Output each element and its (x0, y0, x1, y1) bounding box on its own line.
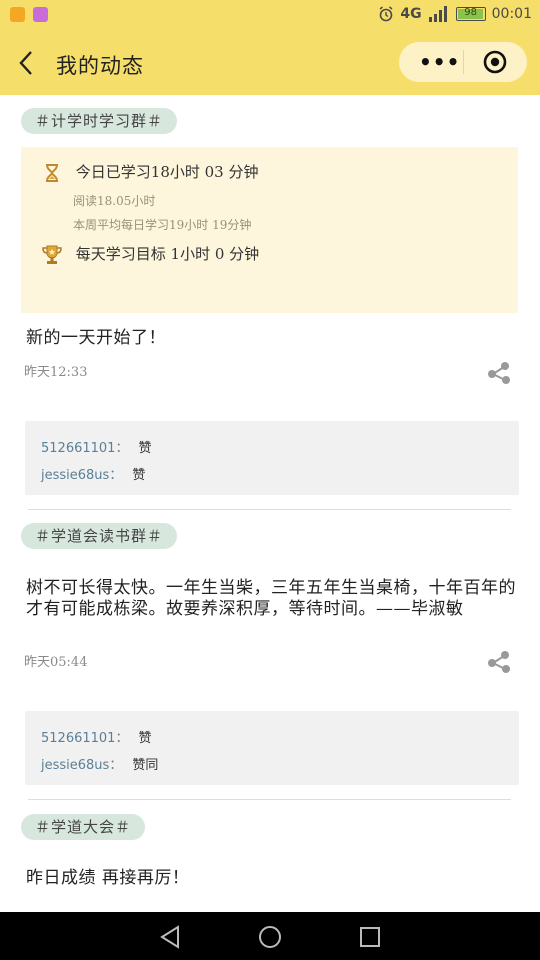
share-icon[interactable] (487, 650, 511, 674)
comment-row: 512661101： 赞 (41, 437, 151, 456)
back-triangle-icon[interactable] (158, 925, 182, 949)
comment-text: 赞 (138, 731, 152, 746)
comment-text: 赞 (132, 468, 146, 483)
comment-row: jessie68us： 赞 (41, 464, 145, 483)
group-tag[interactable]: ＃学道会读书群＃ (21, 523, 178, 549)
comment-text: 赞 (138, 441, 152, 456)
system-nav-bar (0, 912, 540, 960)
daily-goal-text: 每天学习目标 1小时 0 分钟 (75, 245, 260, 263)
alarm-icon (379, 6, 393, 22)
today-study-row: 今日已学习18小时 03 分钟 (41, 161, 259, 184)
battery-level: 98 (464, 7, 477, 18)
status-bar: 4G 98 00:01 (0, 0, 540, 30)
share-icon[interactable] (487, 361, 511, 385)
comment-box: 512661101： 赞 jessie68us： 赞同 (25, 711, 519, 785)
hourglass-icon (46, 164, 58, 182)
page-title: 我的动态 (56, 54, 144, 78)
mini-program-capsule: ••• (399, 42, 527, 82)
more-dots-icon[interactable]: ••• (419, 50, 460, 74)
home-circle-icon[interactable] (258, 925, 282, 949)
daily-goal-row: 每天学习目标 1小时 0 分钟 (41, 243, 259, 266)
post-text: 昨日成绩 再接再厉！ (26, 868, 190, 888)
clock: 00:01 (491, 6, 532, 22)
target-icon[interactable] (483, 50, 507, 74)
chevron-left-icon (19, 51, 32, 75)
comment-box: 512661101： 赞 jessie68us： 赞 (25, 421, 519, 495)
network-type: 4G (400, 6, 422, 22)
comment-user[interactable]: jessie68us： (41, 468, 122, 483)
reading-hours: 阅读18.05小时 (73, 194, 156, 208)
notification-icons (10, 7, 48, 22)
divider (28, 799, 511, 800)
app-notification-icon (10, 7, 25, 22)
post-time: 昨天12:33 (24, 365, 88, 380)
today-study-text: 今日已学习18小时 03 分钟 (75, 163, 259, 181)
nav-bar: 我的动态 ••• (0, 30, 540, 95)
comment-user[interactable]: jessie68us： (41, 758, 122, 773)
comment-user[interactable]: 512661101： (41, 441, 128, 456)
signal-icon (428, 6, 447, 22)
post-time: 昨天05:44 (24, 655, 88, 670)
back-button[interactable] (18, 50, 34, 76)
comment-user[interactable]: 512661101： (41, 731, 128, 746)
trophy-icon (42, 245, 62, 264)
group-tag[interactable]: ＃学道大会＃ (21, 814, 146, 840)
divider (28, 509, 511, 510)
comment-row: jessie68us： 赞同 (41, 754, 158, 773)
study-stats-card: 今日已学习18小时 03 分钟 阅读18.05小时 本周平均每日学习19小时 1… (21, 147, 518, 313)
comment-row: 512661101： 赞 (41, 727, 151, 746)
comment-text: 赞同 (132, 758, 159, 773)
gallery-notification-icon (33, 7, 48, 22)
recents-square-icon[interactable] (358, 925, 382, 949)
group-tag[interactable]: ＃计学时学习群＃ (21, 108, 178, 134)
post-text: 新的一天开始了！ (26, 328, 166, 348)
post-text: 树不可长得太快。一年生当柴，三年五年生当桌椅，十年百年的才有可能成栋梁。故要养深… (26, 578, 516, 619)
weekly-average: 本周平均每日学习19小时 19分钟 (73, 218, 252, 232)
capsule-divider (463, 50, 464, 74)
battery-icon: 98 (455, 7, 486, 21)
